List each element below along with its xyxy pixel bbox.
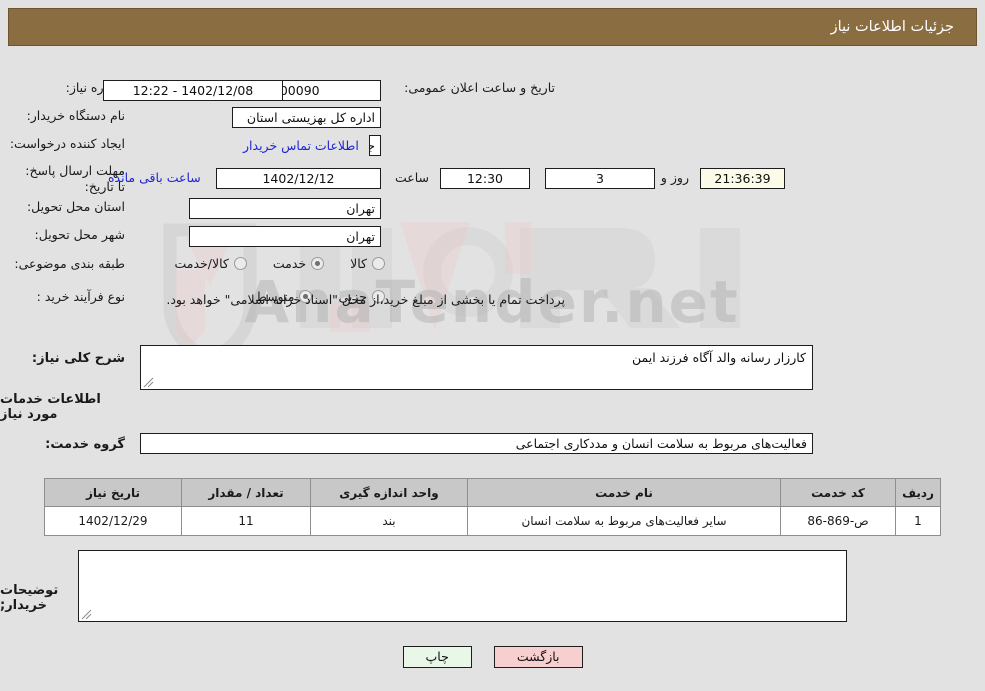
- col-index: ردیف: [895, 478, 941, 507]
- service-group-label: گروه خدمت:: [45, 437, 125, 452]
- buyer-notes-textarea[interactable]: [78, 550, 847, 622]
- table-header-row: ردیف کد خدمت نام خدمت واحد اندازه گیری ت…: [44, 478, 941, 507]
- province-label-wrap: استان محل تحویل:: [27, 199, 125, 214]
- category-radio-kala-khedmat[interactable]: کالا/خدمت: [174, 256, 247, 271]
- countdown-label: ساعت باقی مانده: [108, 170, 201, 185]
- footer-button-bar: بازگشت چاپ: [0, 646, 985, 668]
- back-button[interactable]: بازگشت: [493, 646, 583, 668]
- category-radio-khedmat-label: خدمت: [272, 256, 307, 271]
- process-note: پرداخت تمام یا بخشی از مبلغ خرید،از محل …: [166, 292, 565, 307]
- page-title: جزئیات اطلاعات نیاز: [830, 19, 954, 35]
- radio-indicator-kala[interactable]: [372, 257, 385, 270]
- city-label: شهر محل تحویل:: [34, 227, 125, 242]
- col-service-name: نام خدمت: [467, 478, 781, 507]
- service-group-value: فعالیت‌های مربوط به سلامت انسان و مددکار…: [140, 433, 813, 454]
- province-value: تهران: [189, 198, 381, 219]
- cell-unit: بند: [310, 506, 468, 536]
- col-service-code: کد خدمت: [780, 478, 896, 507]
- buyer-org-label: نام دستگاه خریدار:: [26, 108, 125, 123]
- public-announce-label: تاریخ و ساعت اعلان عمومی:: [404, 80, 555, 95]
- public-announce-label-wrap: تاریخ و ساعت اعلان عمومی:: [404, 80, 555, 95]
- resize-grip-icon[interactable]: [81, 609, 92, 620]
- cell-need-date: 1402/12/29: [44, 506, 182, 536]
- city-label-wrap: شهر محل تحویل:: [35, 227, 125, 242]
- city-value: تهران: [189, 226, 381, 247]
- buyer-notes-label: توضیحات خریدار;: [0, 583, 59, 613]
- radio-indicator-kala-khedmat[interactable]: [233, 257, 247, 270]
- category-radio-khedmat[interactable]: خدمت: [272, 256, 325, 271]
- days-label: روز و: [660, 170, 689, 185]
- buyer-org-value: اداره کل بهزیستی استان تهران: [232, 107, 381, 128]
- category-radio-kala[interactable]: کالا: [350, 256, 385, 271]
- deadline-date: 1402/12/12: [216, 168, 381, 189]
- resize-grip-icon[interactable]: [143, 377, 154, 388]
- process-label: نوع فرآیند خرید :: [36, 289, 125, 304]
- col-quantity: تعداد / مقدار: [181, 478, 311, 507]
- category-radio-kala-label: کالا: [350, 256, 367, 271]
- category-label: طبقه بندی موضوعی:: [14, 256, 125, 271]
- items-table: ردیف کد خدمت نام خدمت واحد اندازه گیری ت…: [44, 478, 941, 536]
- deadline-time: 12:30: [440, 168, 530, 189]
- general-desc-textarea[interactable]: کارزار رسانه والد آگاه فرزند ایمن: [140, 345, 813, 390]
- cell-index: 1: [895, 506, 941, 536]
- cell-quantity: 11: [181, 506, 311, 536]
- buyer-org-label-wrap: نام دستگاه خریدار:: [27, 108, 125, 123]
- services-info-heading: اطلاعات خدمات مورد نیاز: [0, 392, 101, 422]
- category-radio-group[interactable]: کالا خدمت کالا/خدمت: [148, 256, 385, 271]
- radio-indicator-khedmat[interactable]: [311, 257, 325, 270]
- table-row: 1 ص-869-86 سایر فعالیت‌های مربوط به سلام…: [44, 506, 941, 536]
- countdown-timer: 21:36:39: [700, 168, 785, 189]
- general-desc-label: شرح کلی نیاز:: [31, 351, 125, 366]
- requester-label-wrap: ایجاد کننده درخواست:: [10, 136, 125, 151]
- page-header: جزئیات اطلاعات نیاز: [8, 8, 977, 46]
- buyer-contact-link[interactable]: اطلاعات تماس خریدار: [243, 138, 359, 153]
- hour-label: ساعت: [394, 170, 429, 185]
- category-label-wrap: طبقه بندی موضوعی:: [14, 256, 125, 271]
- cell-service-code: ص-869-86: [780, 506, 896, 536]
- print-button[interactable]: چاپ: [402, 646, 472, 668]
- general-desc-value: کارزار رسانه والد آگاه فرزند ایمن: [631, 350, 806, 365]
- category-radio-kala-khedmat-label: کالا/خدمت: [174, 256, 229, 271]
- process-label-wrap: نوع فرآیند خرید :: [37, 289, 125, 304]
- cell-service-name: سایر فعالیت‌های مربوط به سلامت انسان: [467, 506, 781, 536]
- requester-label: ایجاد کننده درخواست:: [9, 136, 125, 151]
- col-need-date: تاریخ نیاز: [44, 478, 182, 507]
- days-remaining-value: 3: [545, 168, 655, 189]
- col-unit: واحد اندازه گیری: [310, 478, 468, 507]
- public-announce-value: 1402/12/08 - 12:22: [103, 80, 283, 101]
- province-label: استان محل تحویل:: [26, 199, 125, 214]
- requester-value: جمشید قوجقی کارشناس امور پیشگیری اداره ک…: [369, 135, 381, 156]
